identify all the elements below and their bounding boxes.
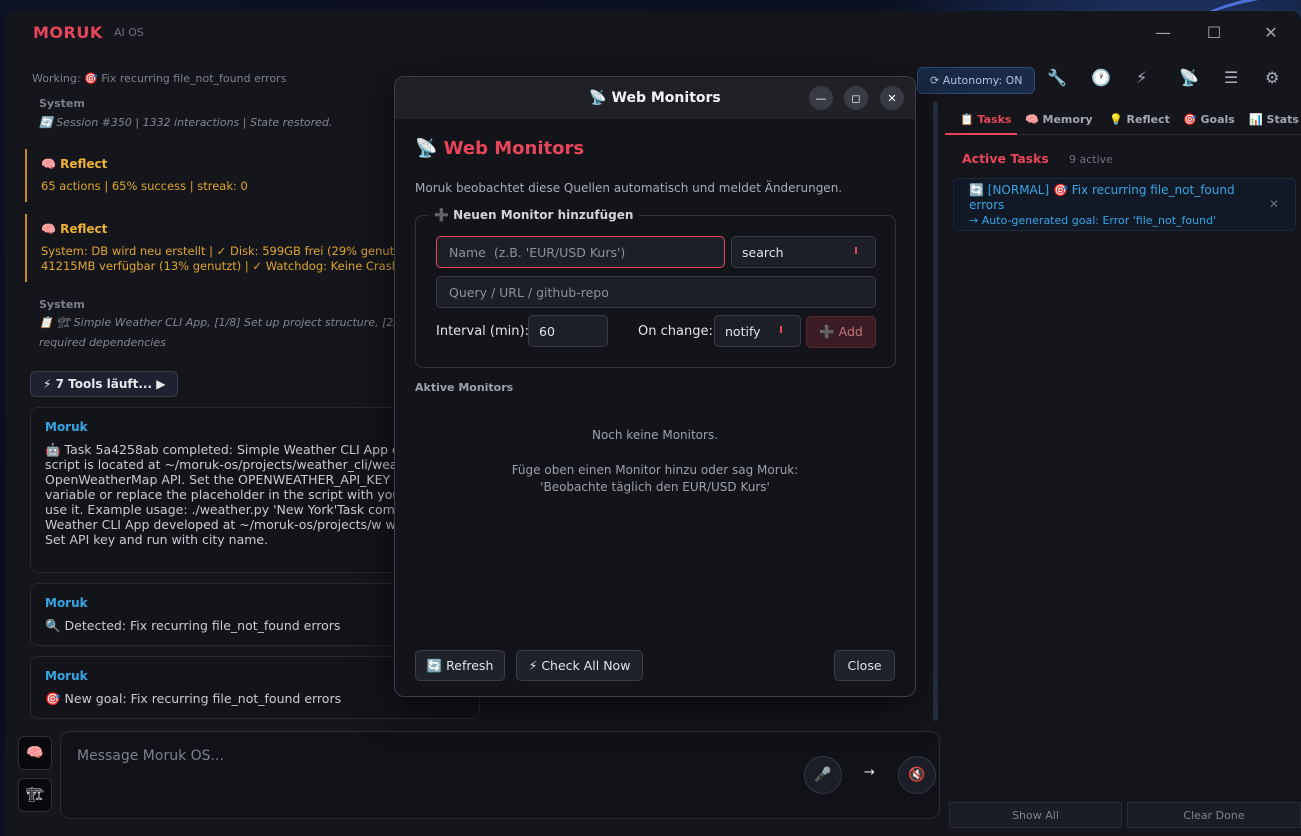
dialog-minimize-button[interactable]: — [809, 86, 833, 110]
on-change-select[interactable]: notify [714, 315, 801, 347]
active-tasks-count: 9 active [1069, 153, 1113, 166]
dialog-description: Moruk beobachtet diese Quellen automatis… [415, 181, 843, 195]
minimize-window-button[interactable]: — [1153, 23, 1173, 42]
dialog-header-title: 📡 Web Monitors [589, 90, 721, 106]
satellite-icon[interactable]: 📡 [1179, 68, 1199, 87]
empty-state-hint-line-1: Füge oben einen Monitor hinzu oder sag M… [511, 463, 799, 477]
task-card[interactable]: 🔄 [NORMAL] 🎯 Fix recurring file_not_foun… [953, 178, 1296, 231]
brand-subtitle: AI OS [114, 26, 144, 39]
on-change-label: On change: [638, 324, 713, 339]
interval-value: 60 [539, 323, 555, 339]
tab-reflect[interactable]: 💡 Reflect [1109, 113, 1170, 126]
right-panel-tabs: 📋 Tasks 🧠 Memory 💡 Reflect 🎯 Goals 📊 Sta… [945, 105, 1301, 135]
active-tab-indicator [945, 133, 1017, 135]
clear-done-button[interactable]: Clear Done [1127, 802, 1301, 828]
chat-scrollbar[interactable] [933, 101, 938, 721]
close-window-button[interactable]: ✕ [1261, 23, 1281, 42]
interval-label: Interval (min): [436, 324, 529, 339]
tab-stats[interactable]: 📊 Stats [1249, 113, 1299, 126]
settings-gear-icon[interactable]: ⚙ [1265, 68, 1279, 87]
dialog-heading: 📡 Web Monitors [415, 138, 585, 159]
send-button[interactable]: → [864, 765, 875, 780]
working-status: Working: 🎯 Fix recurring file_not_found … [32, 72, 287, 85]
tab-tasks[interactable]: 📋 Tasks [960, 113, 1011, 126]
build-mode-button[interactable]: 🏗 [18, 778, 52, 812]
on-change-value: notify [725, 323, 761, 339]
dropdown-caret-icon [780, 326, 782, 333]
interval-input[interactable]: 60 [528, 315, 608, 347]
brand-logo: MORUK [33, 23, 103, 42]
check-all-now-button[interactable]: ⚡ Check All Now [516, 650, 643, 681]
clock-icon[interactable]: 🕐 [1091, 68, 1111, 87]
tab-goals[interactable]: 🎯 Goals [1183, 113, 1235, 126]
active-tasks-title: Active Tasks [962, 151, 1049, 166]
new-monitor-form: ➕ Neuen Monitor hinzufügen search Interv… [415, 208, 896, 368]
dialog-title-bar[interactable]: 📡 Web Monitors — ◻ ✕ [395, 77, 915, 119]
autonomy-toggle[interactable]: ⟳ Autonomy: ON [917, 66, 1036, 94]
microphone-button[interactable]: 🎤 [804, 756, 842, 794]
menu-icon[interactable]: ☰ [1224, 68, 1238, 87]
mute-button[interactable]: 🔇 [898, 756, 936, 794]
tab-memory[interactable]: 🧠 Memory [1025, 113, 1093, 126]
dropdown-caret-icon [855, 247, 857, 254]
brain-mode-button[interactable]: 🧠 [18, 736, 52, 770]
title-bar[interactable]: MORUK AI OS — ☐ ✕ [5, 11, 1301, 55]
close-dialog-button[interactable]: Close [834, 650, 895, 681]
task-title: 🔄 [NORMAL] 🎯 Fix recurring file_not_foun… [969, 183, 1235, 212]
monitor-type-select[interactable]: search [731, 236, 876, 268]
monitor-type-value: search [742, 244, 784, 260]
add-monitor-button[interactable]: ➕ Add [806, 316, 876, 348]
lightning-icon[interactable]: ⚡ [1136, 68, 1147, 87]
remove-task-icon[interactable]: ✕ [1269, 197, 1279, 211]
dialog-maximize-button[interactable]: ◻ [844, 86, 868, 110]
empty-state-hint: Füge oben einen Monitor hinzu oder sag M… [395, 462, 915, 496]
task-detail: → Auto-generated goal: Error 'file_not_f… [969, 214, 1217, 227]
empty-state-title: Noch keine Monitors. [591, 428, 719, 442]
form-legend: ➕ Neuen Monitor hinzufügen [428, 208, 640, 222]
dialog-close-icon[interactable]: ✕ [880, 86, 904, 110]
top-actions: ⟳ Autonomy: ON [917, 66, 1036, 94]
monitor-name-input[interactable] [436, 236, 725, 268]
refresh-button[interactable]: 🔄 Refresh [415, 650, 505, 681]
show-all-button[interactable]: Show All [949, 802, 1122, 828]
message-composer: 🎤 → 🔇 [60, 731, 940, 819]
message-input[interactable] [77, 744, 677, 768]
active-monitors-heading: Aktive Monitors [415, 381, 514, 394]
monitor-query-input[interactable] [436, 276, 876, 308]
maximize-window-button[interactable]: ☐ [1204, 23, 1224, 42]
web-monitors-dialog: 📡 Web Monitors — ◻ ✕ 📡 Web Monitors Moru… [394, 76, 916, 697]
empty-state-hint-line-2: 'Beobachte täglich den EUR/USD Kurs' [540, 480, 770, 494]
wrench-icon[interactable]: 🔧 [1047, 68, 1067, 87]
tools-running-pill[interactable]: ⚡ 7 Tools läuft... ▶ [30, 371, 179, 397]
